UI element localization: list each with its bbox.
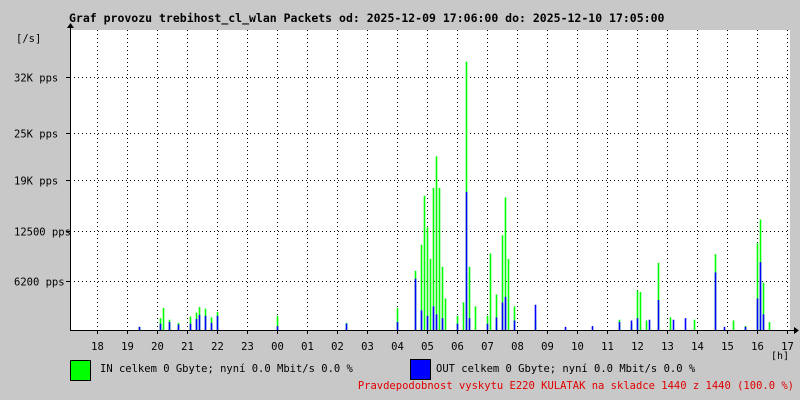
x-tick-label: 13: [661, 341, 674, 353]
x-tick-label: 02: [331, 341, 344, 353]
x-tick-label: 23: [241, 341, 254, 353]
packets-chart: 18 19 20 21 22 23 00 01 02 03 04 05 06 07 08 09 10 11 12 13…: [14, 23, 799, 362]
footer-probability-text: Pravdepodobnost vyskytu E220 KULATAK na …: [357, 380, 794, 392]
y-tick-label: 6200 pps: [14, 277, 65, 289]
x-tick-label: 08: [511, 341, 524, 353]
x-tick-label: 10: [571, 341, 584, 353]
y-axis-label: [/s]: [16, 33, 41, 45]
x-tick-label: 11: [601, 341, 614, 353]
y-tick-label: 19K pps: [14, 176, 58, 188]
x-tick-label: 05: [421, 341, 434, 353]
x-tick-label: 20: [151, 341, 164, 353]
legend-out-text: OUT celkem 0 Gbyte; nyní 0.0 Mbit/s 0.0 …: [436, 363, 696, 375]
x-tick-label: 14: [691, 341, 704, 353]
y-tick-label: 32K pps: [14, 73, 58, 85]
x-tick-label: 09: [541, 341, 554, 353]
x-tick-label: 15: [721, 341, 734, 353]
x-tick-label: 16: [751, 341, 764, 353]
x-axis-arrow: [794, 327, 799, 334]
x-tick-label: 22: [211, 341, 224, 353]
x-tick-label: 01: [301, 341, 314, 353]
y-tick-label: 12500 pps: [14, 227, 71, 239]
legend-in-text: IN celkem 0 Gbyte; nyní 0.0 Mbit/s 0.0 %: [100, 363, 353, 375]
legend-out-swatch: [410, 359, 431, 380]
x-tick-label: 12: [631, 341, 644, 353]
x-tick-label: 03: [361, 341, 374, 353]
legend-in-swatch: [70, 360, 91, 381]
x-tick-label: 06: [451, 341, 464, 353]
x-tick-label: 18: [91, 341, 104, 353]
y-axis-arrow: [67, 23, 74, 28]
x-tick-label: 00: [271, 341, 284, 353]
x-tick-label: 19: [121, 341, 134, 353]
x-tick-label: 21: [181, 341, 194, 353]
x-tick-label: 07: [481, 341, 494, 353]
x-tick-label: 04: [391, 341, 404, 353]
y-tick-label: 25K pps: [14, 129, 58, 141]
x-axis-label: [h]: [771, 351, 789, 362]
